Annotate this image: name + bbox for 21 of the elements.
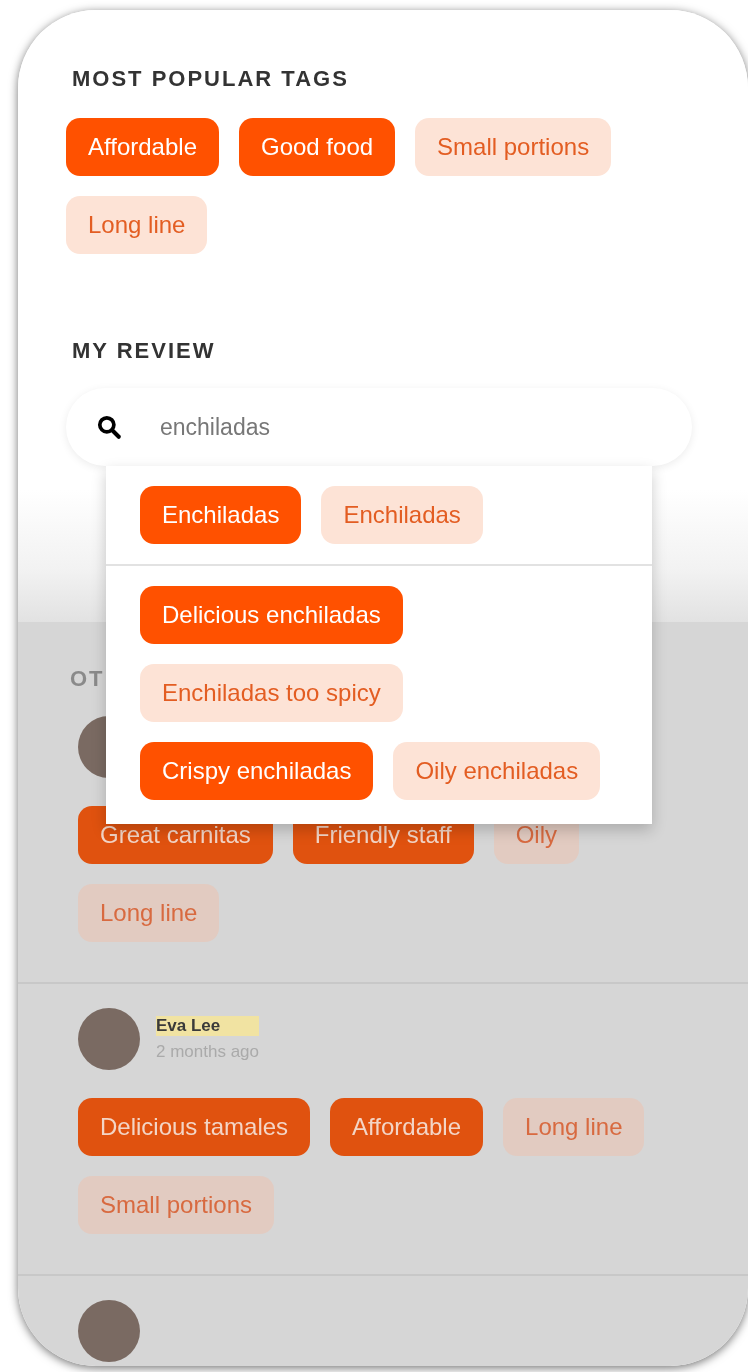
tag-chip[interactable]: Long line [66, 196, 208, 254]
section-heading: MY REVIEW [72, 338, 217, 364]
suggestion-chip[interactable]: Crispy enchiladas [140, 742, 374, 800]
search-icon [96, 414, 122, 440]
suggestion-chip[interactable]: Enchiladas [140, 486, 302, 544]
section-heading: OT [70, 666, 106, 692]
suggestion-chip[interactable]: Oily enchiladas [393, 742, 601, 800]
reviewer-name: Eva Lee [156, 1016, 259, 1036]
section-heading: MOST POPULAR TAGS [72, 66, 350, 92]
suggestion-chip[interactable]: Enchiladas [321, 486, 483, 544]
tag-chip[interactable]: Affordable [66, 118, 219, 176]
search-field[interactable]: enchiladas [158, 412, 562, 442]
tag-chip: Long line [78, 884, 220, 942]
tag-chip: Affordable [330, 1098, 484, 1156]
tag-chip[interactable]: Small portions [415, 118, 612, 176]
tag-chip[interactable]: Good food [239, 118, 396, 176]
suggestion-chip[interactable]: Delicious enchiladas [140, 586, 403, 644]
suggestion-chip[interactable]: Enchiladas too spicy [140, 664, 403, 722]
tag-chip: Small portions [78, 1176, 275, 1234]
tag-chip: Delicious tamales [78, 1098, 311, 1156]
tag-chip: Long line [503, 1098, 645, 1156]
